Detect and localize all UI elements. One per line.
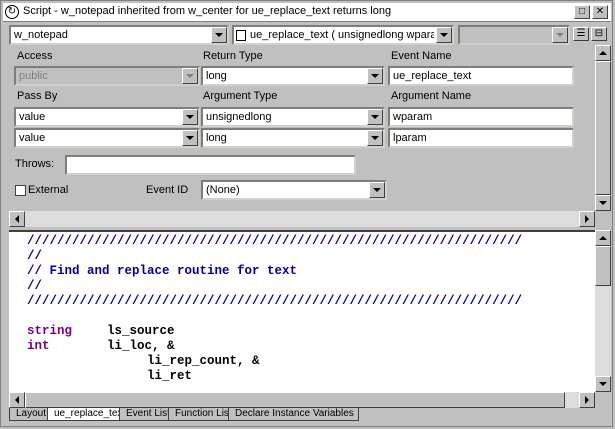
event-name-label: Event Name [391, 50, 452, 62]
code-line: li_ret [147, 369, 193, 383]
pass-by-value: value [19, 111, 46, 123]
access-value: public [19, 70, 48, 82]
code-line: // Find and replace routine for text [27, 264, 298, 278]
scroll-thumb[interactable] [25, 392, 565, 408]
event-name-value: ue_replace_text [393, 70, 472, 82]
argument-type-value: unsignedlong [206, 111, 272, 123]
pass-by-value: value [19, 132, 46, 144]
pass-by-select[interactable]: value [14, 128, 200, 148]
chevron-down-icon[interactable] [369, 182, 385, 198]
code-keyword: string [27, 324, 73, 338]
scroll-down-icon[interactable] [595, 195, 611, 211]
tab-event-list[interactable]: Event List [119, 408, 175, 421]
return-type-value: long [206, 70, 227, 82]
ancestor-select[interactable] [458, 25, 570, 45]
document-icon [236, 30, 246, 41]
argument-type-select[interactable]: unsignedlong [201, 107, 385, 127]
close-button[interactable]: ✕ [592, 5, 608, 19]
scroll-right-icon[interactable] [579, 211, 595, 227]
event-name-field[interactable]: ue_replace_text [388, 66, 574, 86]
split-view-icon[interactable]: ⊟ [591, 27, 607, 41]
argument-name-field[interactable]: wparam [388, 107, 574, 127]
editor-hscrollbar[interactable] [9, 392, 595, 408]
event-select-value: ue_replace_text ( unsignedlong wparar [250, 29, 434, 41]
external-label: External [28, 184, 69, 196]
chevron-down-icon[interactable] [182, 130, 198, 146]
argument-name-value: wparam [393, 111, 433, 123]
scroll-left-icon[interactable] [9, 392, 25, 408]
object-select[interactable]: w_notepad [9, 25, 229, 45]
script-icon: ↻ [5, 5, 19, 19]
scroll-right-icon[interactable] [579, 392, 595, 408]
access-label: Access [17, 50, 53, 62]
scroll-down-icon[interactable] [595, 376, 611, 392]
throws-field[interactable] [65, 155, 356, 175]
code-line: // [27, 279, 43, 293]
event-id-select[interactable]: (None) [201, 180, 387, 200]
properties-vscrollbar[interactable] [595, 45, 611, 211]
argument-name-label: Argument Name [391, 90, 472, 102]
throws-label: Throws: [15, 158, 55, 170]
chevron-down-icon[interactable] [367, 109, 383, 125]
return-type-select[interactable]: long [201, 66, 385, 86]
external-checkbox[interactable] [15, 185, 26, 196]
event-select[interactable]: ue_replace_text ( unsignedlong wparar [232, 25, 454, 45]
pass-by-select[interactable]: value [14, 107, 200, 127]
chevron-down-icon[interactable] [367, 68, 383, 84]
chevron-down-icon[interactable] [182, 68, 198, 84]
chevron-down-icon[interactable] [182, 109, 198, 125]
window-title: Script - w_notepad inherited from w_cent… [23, 5, 392, 17]
event-id-label: Event ID [146, 184, 189, 196]
argument-name-value: lparam [393, 132, 427, 144]
code-line: li_loc, & [107, 339, 175, 353]
properties-hscrollbar[interactable] [9, 211, 595, 227]
argument-name-field[interactable]: lparam [388, 128, 574, 148]
chevron-down-icon[interactable] [552, 27, 568, 43]
code-keyword: int [27, 339, 50, 353]
code-line: ////////////////////////////////////////… [27, 234, 523, 248]
return-type-label: Return Type [203, 50, 263, 62]
scroll-left-icon[interactable] [9, 211, 25, 227]
event-id-value: (None) [206, 184, 240, 196]
pass-by-label: Pass By [17, 90, 58, 102]
argument-type-value: long [206, 132, 227, 144]
scroll-up-icon[interactable] [595, 45, 611, 61]
properties-panel: Access Return Type Event Name public lon… [9, 45, 595, 211]
script-window: ↻ Script - w_notepad inherited from w_ce… [0, 0, 613, 427]
tab-declare-instance-variables[interactable]: Declare Instance Variables [228, 408, 359, 421]
tab-layout[interactable]: Layout [9, 408, 52, 421]
scroll-up-icon[interactable] [595, 230, 611, 246]
tab-strip: Layout ue_replace_text Event List Functi… [9, 408, 595, 422]
tab-function-list[interactable]: Function List [168, 408, 237, 421]
access-select[interactable]: public [14, 66, 200, 86]
argument-type-label: Argument Type [203, 90, 278, 102]
code-line: li_rep_count, & [147, 354, 260, 368]
chevron-down-icon[interactable] [367, 130, 383, 146]
code-editor[interactable]: ////////////////////////////////////////… [9, 230, 595, 392]
argument-type-select[interactable]: long [201, 128, 385, 148]
scroll-thumb[interactable] [595, 61, 611, 195]
chevron-down-icon[interactable] [436, 27, 452, 43]
code-line: ////////////////////////////////////////… [27, 294, 523, 308]
code-line: ls_source [107, 324, 175, 338]
code-line: // [27, 249, 43, 263]
editor-vscrollbar[interactable] [595, 230, 611, 392]
tab-ue-replace-text[interactable]: ue_replace_text [47, 408, 131, 421]
scroll-thumb[interactable] [595, 246, 611, 286]
title-bar: ↻ Script - w_notepad inherited from w_ce… [3, 3, 611, 22]
chevron-down-icon[interactable] [211, 27, 227, 43]
list-view-icon[interactable]: ☰ [573, 27, 589, 41]
object-select-value: w_notepad [14, 29, 68, 41]
maximize-button[interactable]: □ [574, 5, 590, 19]
